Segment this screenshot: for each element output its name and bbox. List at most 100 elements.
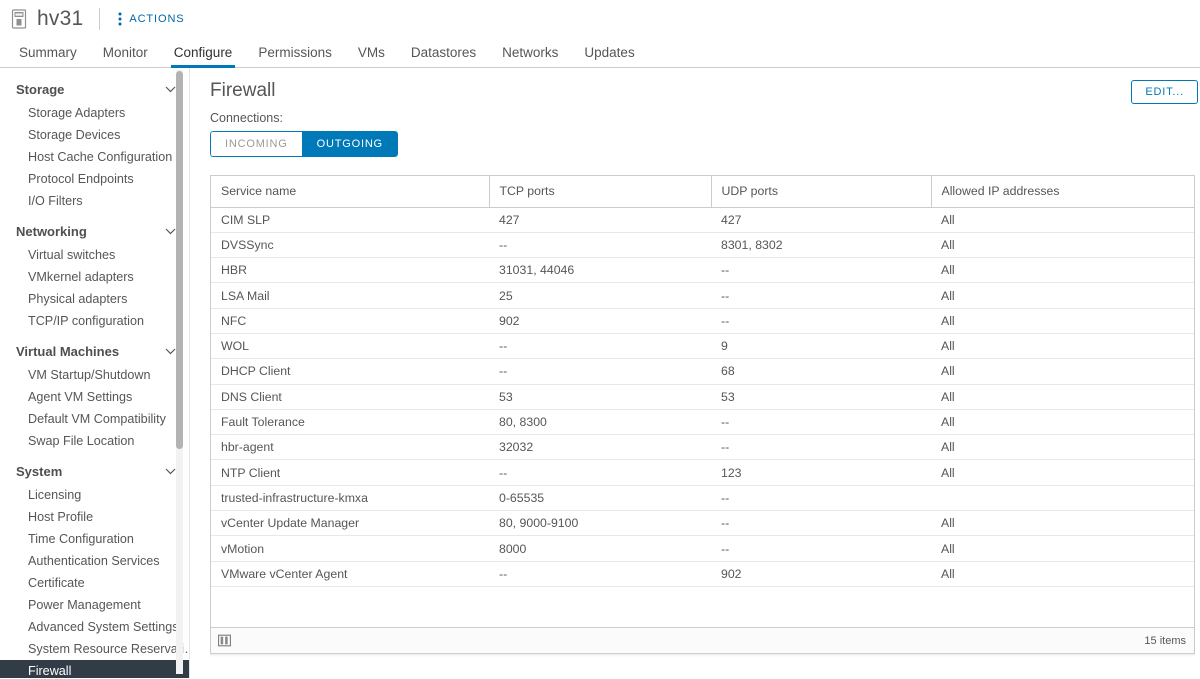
sidebar-item-label: Host Profile <box>28 510 94 524</box>
table-row[interactable]: HBR 31031, 44046 -- All <box>211 257 1194 284</box>
page-title: Firewall <box>210 80 276 101</box>
sidebar-item-default-vm-compatibility[interactable]: Default VM Compatibility <box>0 408 190 430</box>
cell-udp-ports: -- <box>711 510 931 537</box>
sidebar-item-firewall[interactable]: Firewall <box>0 660 190 678</box>
cell-service-name: DVSSync <box>211 232 489 259</box>
table-row[interactable]: NTP Client -- 123 All <box>211 459 1194 486</box>
panel-shadow <box>210 654 1195 657</box>
edit-button[interactable]: EDIT... <box>1131 80 1198 104</box>
column-header-service-name[interactable]: Service name <box>211 176 489 208</box>
table-row[interactable]: DHCP Client -- 68 All <box>211 358 1194 385</box>
cell-tcp-ports: 80, 8300 <box>489 409 711 436</box>
sidebar-item-physical-adapters[interactable]: Physical adapters <box>0 288 190 310</box>
sidebar-item-system-resource-reservation[interactable]: System Resource Reservati… <box>0 638 190 660</box>
header-divider <box>99 8 101 30</box>
actions-menu-button[interactable]: ACTIONS <box>114 9 188 29</box>
sidebar-item-tcpip-configuration[interactable]: TCP/IP configuration <box>0 310 190 332</box>
table-row[interactable]: LSA Mail 25 -- All <box>211 282 1194 309</box>
sidebar-item-label: VM Startup/Shutdown <box>28 368 151 382</box>
cell-allowed-ip-addresses: All <box>931 561 1194 587</box>
sidebar-scrollbar-thumb[interactable] <box>176 71 183 449</box>
sidebar-item-label: Default VM Compatibility <box>28 412 166 426</box>
sidebar-group-virtual-machines[interactable]: Virtual Machines <box>0 340 190 362</box>
sidebar-item-virtual-switches[interactable]: Virtual switches <box>0 244 190 266</box>
cell-tcp-ports: 53 <box>489 384 711 410</box>
tab-configure[interactable]: Configure <box>161 38 246 68</box>
main-content: Firewall Connections: INCOMING OUTGOING … <box>190 68 1200 678</box>
tab-permissions[interactable]: Permissions <box>245 38 345 67</box>
table-header: Service name TCP ports UDP ports Allowed… <box>211 176 1194 208</box>
sidebar-item-licensing[interactable]: Licensing <box>0 484 190 506</box>
cell-service-name: trusted-infrastructure-kmxa <box>211 485 489 512</box>
sidebar-item-authentication-services[interactable]: Authentication Services <box>0 550 190 572</box>
cell-udp-ports: -- <box>711 535 931 562</box>
sidebar-item-time-configuration[interactable]: Time Configuration <box>0 528 190 550</box>
column-header-allowed-ip-addresses[interactable]: Allowed IP addresses <box>930 176 1194 208</box>
outgoing-filter-button[interactable]: OUTGOING <box>301 131 398 157</box>
sidebar-item-storage-devices[interactable]: Storage Devices <box>0 124 190 146</box>
tab-summary[interactable]: Summary <box>6 38 90 67</box>
table-row[interactable]: DNS Client 53 53 All <box>211 384 1194 410</box>
cell-tcp-ports: 8000 <box>489 535 711 562</box>
sidebar-item-label: Storage Devices <box>28 128 121 142</box>
settings-sidebar: Storage Storage Adapters Storage Devices… <box>0 68 190 678</box>
content-header: Firewall Connections: INCOMING OUTGOING … <box>210 80 1200 175</box>
sidebar-group-storage[interactable]: Storage <box>0 78 190 100</box>
table-row[interactable]: CIM SLP 427 427 All <box>211 207 1194 233</box>
table-row[interactable]: trusted-infrastructure-kmxa 0-65535 -- <box>211 485 1194 512</box>
sidebar-item-agent-vm-settings[interactable]: Agent VM Settings <box>0 386 190 408</box>
sidebar-item-host-cache-configuration[interactable]: Host Cache Configuration <box>0 146 190 168</box>
incoming-filter-button[interactable]: INCOMING <box>210 131 302 157</box>
sidebar-item-label: VMkernel adapters <box>28 270 134 284</box>
sidebar-item-label: Swap File Location <box>28 434 135 448</box>
sidebar-item-vmkernel-adapters[interactable]: VMkernel adapters <box>0 266 190 288</box>
sidebar-group-networking[interactable]: Networking <box>0 220 190 242</box>
sidebar-item-certificate[interactable]: Certificate <box>0 572 190 594</box>
tab-networks[interactable]: Networks <box>489 38 571 67</box>
tab-vms[interactable]: VMs <box>345 38 398 67</box>
cell-tcp-ports: 31031, 44046 <box>489 257 711 284</box>
sidebar-item-protocol-endpoints[interactable]: Protocol Endpoints <box>0 168 190 190</box>
page-object-title: hv31 <box>37 7 84 30</box>
table-row[interactable]: WOL -- 9 All <box>211 333 1194 360</box>
table-row[interactable]: Fault Tolerance 80, 8300 -- All <box>211 409 1194 436</box>
column-header-tcp-ports[interactable]: TCP ports <box>488 176 711 208</box>
connections-filter-group: INCOMING OUTGOING <box>210 131 398 157</box>
sidebar-item-storage-adapters[interactable]: Storage Adapters <box>0 102 190 124</box>
cell-udp-ports: -- <box>711 485 931 512</box>
chevron-down-icon <box>165 468 176 474</box>
table-row[interactable]: vCenter Update Manager 80, 9000-9100 -- All <box>211 510 1194 537</box>
sidebar-item-host-profile[interactable]: Host Profile <box>0 506 190 528</box>
sidebar-group-system[interactable]: System <box>0 460 190 482</box>
sidebar-item-swap-file-location[interactable]: Swap File Location <box>0 430 190 452</box>
table-row[interactable]: DVSSync -- 8301, 8302 All <box>211 232 1194 259</box>
table-row[interactable]: VMware vCenter Agent -- 902 All <box>211 561 1194 587</box>
tab-label: Permissions <box>258 45 332 60</box>
table-row[interactable]: NFC 902 -- All <box>211 308 1194 334</box>
cell-udp-ports: -- <box>711 409 931 436</box>
sidebar-item-advanced-system-settings[interactable]: Advanced System Settings <box>0 616 190 638</box>
cell-service-name: CIM SLP <box>211 207 489 233</box>
cell-service-name: DNS Client <box>211 384 489 410</box>
cell-tcp-ports: 427 <box>489 207 711 233</box>
cell-allowed-ip-addresses: All <box>931 459 1194 486</box>
tab-monitor[interactable]: Monitor <box>90 38 161 67</box>
tab-updates[interactable]: Updates <box>571 38 647 67</box>
cell-udp-ports: 9 <box>711 333 931 360</box>
table-row[interactable]: hbr-agent 32032 -- All <box>211 434 1194 461</box>
columns-icon[interactable] <box>218 634 231 647</box>
sidebar-item-label: Certificate <box>28 576 85 590</box>
table-footer: 15 items <box>210 627 1195 654</box>
sidebar-item-power-management[interactable]: Power Management <box>0 594 190 616</box>
column-header-udp-ports[interactable]: UDP ports <box>710 176 931 208</box>
table-row[interactable]: vMotion 8000 -- All <box>211 535 1194 562</box>
table-empty-space <box>211 587 1194 627</box>
kebab-menu-icon <box>118 12 122 26</box>
cell-service-name: vMotion <box>211 535 489 562</box>
tab-datastores[interactable]: Datastores <box>398 38 489 67</box>
sidebar-item-vm-startup-shutdown[interactable]: VM Startup/Shutdown <box>0 364 190 386</box>
cell-service-name: NFC <box>211 308 489 334</box>
cell-allowed-ip-addresses: All <box>931 333 1194 360</box>
actions-label: ACTIONS <box>129 13 185 25</box>
sidebar-item-io-filters[interactable]: I/O Filters <box>0 190 190 212</box>
